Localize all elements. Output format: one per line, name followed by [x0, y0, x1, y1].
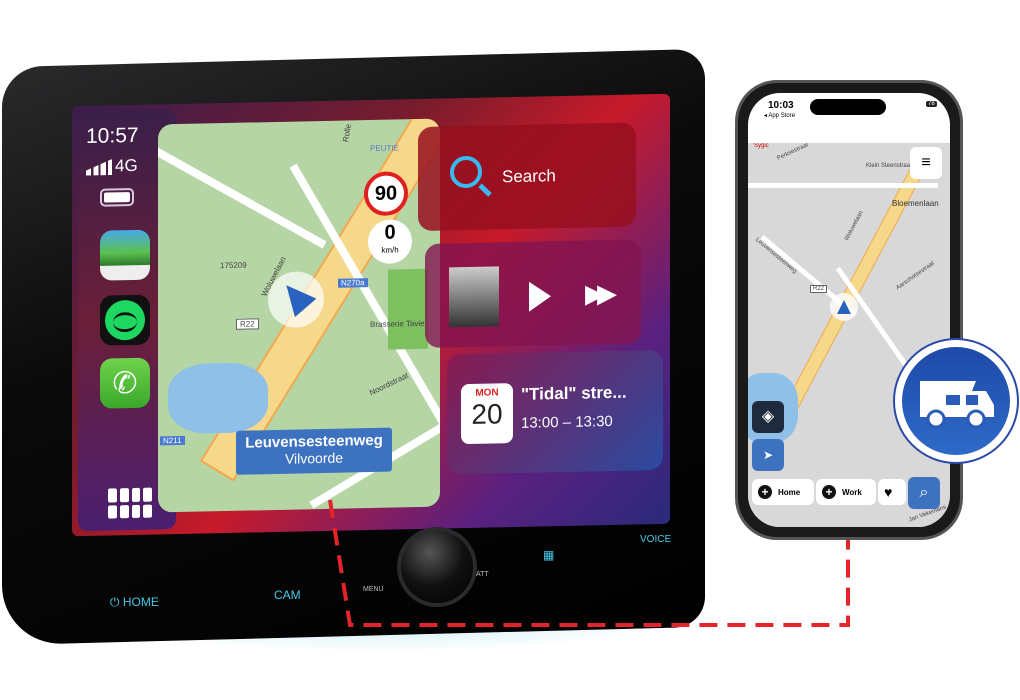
phone-map-view[interactable]: Sygic Perksestraat Klein Steenstraat Blo… — [748, 143, 950, 527]
phone-clock: 10:03 — [768, 100, 794, 111]
smartphone: 10:03 ◂ App Store 78 Sygic Perksestraat … — [735, 80, 963, 540]
map-label: Perksestraat — [776, 143, 810, 162]
battery-icon: 78 — [926, 101, 937, 107]
locate-icon[interactable]: ➤ — [752, 439, 784, 471]
navigation-arrow-icon — [837, 300, 851, 314]
map-label: Bloemenlaan — [892, 199, 939, 208]
menu-icon[interactable]: ≡ — [910, 147, 942, 179]
sygic-logo: Sygic — [754, 143, 769, 149]
back-to-app-store[interactable]: ◂ App Store — [764, 112, 795, 119]
home-shortcut-button[interactable]: + Home — [752, 479, 814, 505]
search-icon[interactable]: ⌕ — [908, 477, 940, 509]
layers-icon[interactable]: ◈ — [752, 401, 784, 433]
map-label: R22 — [810, 285, 828, 293]
plus-icon: + — [758, 485, 772, 499]
map-label: Klein Steenstraat — [866, 163, 912, 169]
phone-screen: 10:03 ◂ App Store 78 Sygic Perksestraat … — [748, 93, 950, 527]
map-label: Leuvensesteenweg — [754, 237, 798, 275]
camper-badge — [893, 338, 1019, 464]
map-label: Aarschotsestraat — [895, 260, 936, 292]
camper-van-icon — [902, 347, 1010, 455]
map-label: Woluwelaan — [843, 210, 865, 242]
dynamic-island — [810, 99, 886, 115]
work-shortcut-button[interactable]: + Work — [816, 479, 876, 505]
plus-icon: + — [822, 485, 836, 499]
favorites-heart-icon[interactable]: ♥ — [878, 479, 906, 505]
